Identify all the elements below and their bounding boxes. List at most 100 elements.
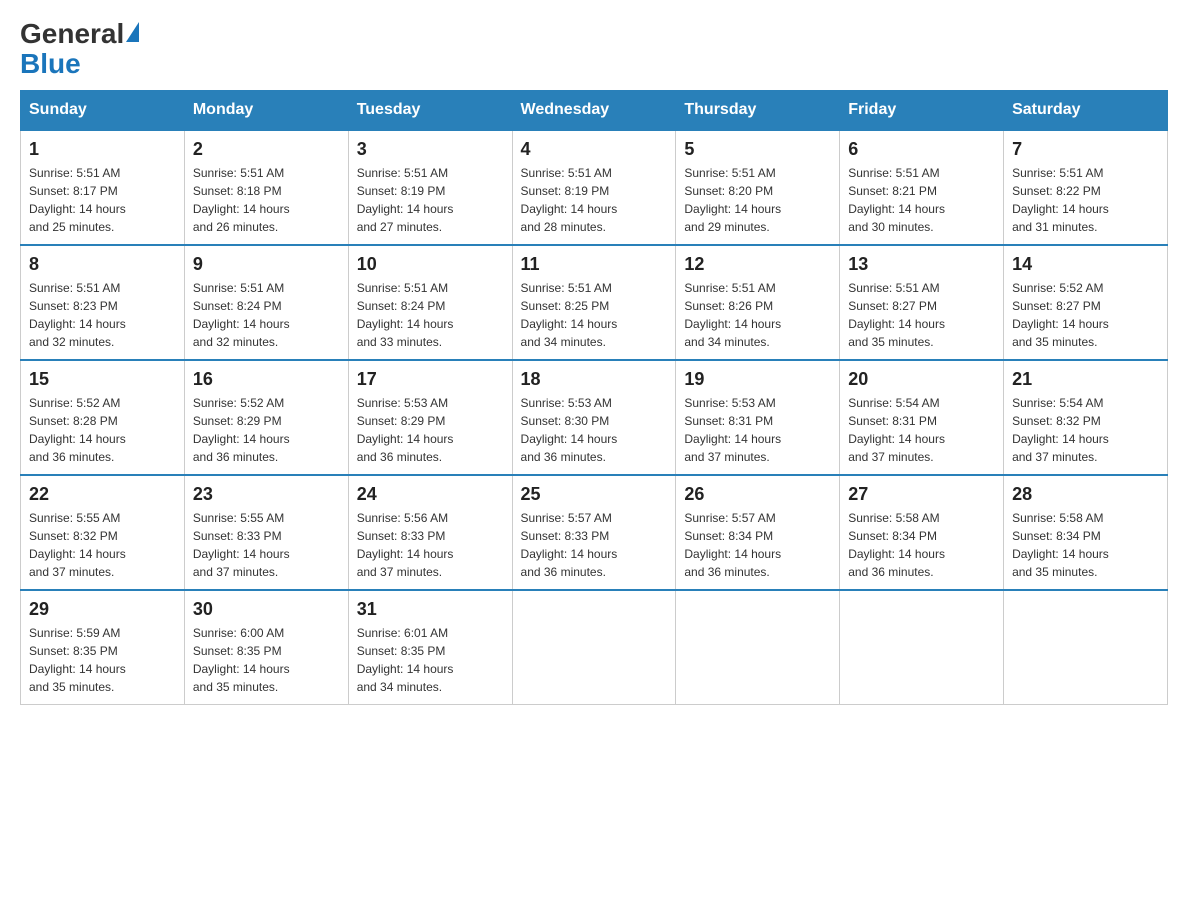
day-number: 28: [1012, 484, 1159, 505]
day-number: 30: [193, 599, 340, 620]
calendar-cell: 27Sunrise: 5:58 AMSunset: 8:34 PMDayligh…: [840, 475, 1004, 590]
day-info: Sunrise: 5:51 AMSunset: 8:21 PMDaylight:…: [848, 164, 995, 236]
calendar-cell: 3 Sunrise: 5:51 AMSunset: 8:19 PMDaylight…: [348, 130, 512, 245]
day-info: Sunrise: 5:57 AMSunset: 8:33 PMDaylight:…: [521, 509, 668, 581]
day-number: 3: [357, 139, 504, 160]
day-info: Sunrise: 5:51 AMSunset: 8:22 PMDaylight:…: [1012, 164, 1159, 236]
day-of-week-header: Monday: [184, 91, 348, 131]
day-info: Sunrise: 5:59 AMSunset: 8:35 PMDaylight:…: [29, 624, 176, 696]
day-number: 22: [29, 484, 176, 505]
calendar-cell: 13Sunrise: 5:51 AMSunset: 8:27 PMDayligh…: [840, 245, 1004, 360]
calendar-cell: 15Sunrise: 5:52 AMSunset: 8:28 PMDayligh…: [21, 360, 185, 475]
day-number: 4: [521, 139, 668, 160]
calendar-cell: 29 Sunrise: 5:59 AMSunset: 8:35 PMDayligh…: [21, 590, 185, 705]
day-info: Sunrise: 5:51 AMSunset: 8:25 PMDaylight:…: [521, 279, 668, 351]
day-number: 7: [1012, 139, 1159, 160]
calendar-cell: 6Sunrise: 5:51 AMSunset: 8:21 PMDaylight…: [840, 130, 1004, 245]
day-of-week-header: Friday: [840, 91, 1004, 131]
calendar-cell: 19Sunrise: 5:53 AMSunset: 8:31 PMDayligh…: [676, 360, 840, 475]
day-number: 29: [29, 599, 176, 620]
calendar-cell: 16 Sunrise: 5:52 AMSunset: 8:29 PMDayligh…: [184, 360, 348, 475]
day-of-week-header: Thursday: [676, 91, 840, 131]
day-info: Sunrise: 5:51 AMSunset: 8:18 PMDaylight:…: [193, 164, 340, 236]
calendar-header-row: SundayMondayTuesdayWednesdayThursdayFrid…: [21, 91, 1168, 131]
calendar-cell: 21 Sunrise: 5:54 AMSunset: 8:32 PMDayligh…: [1004, 360, 1168, 475]
calendar-cell: [840, 590, 1004, 705]
calendar-cell: 30 Sunrise: 6:00 AMSunset: 8:35 PMDayligh…: [184, 590, 348, 705]
day-info: Sunrise: 5:51 AMSunset: 8:24 PMDaylight:…: [193, 279, 340, 351]
calendar-week-row: 29 Sunrise: 5:59 AMSunset: 8:35 PMDayligh…: [21, 590, 1168, 705]
logo-general-text: General: [20, 20, 124, 48]
page-header: General Blue: [20, 20, 1168, 80]
day-info: Sunrise: 5:54 AMSunset: 8:32 PMDaylight:…: [1012, 394, 1159, 466]
calendar-week-row: 1 Sunrise: 5:51 AMSunset: 8:17 PMDaylight…: [21, 130, 1168, 245]
day-number: 14: [1012, 254, 1159, 275]
day-of-week-header: Saturday: [1004, 91, 1168, 131]
day-info: Sunrise: 5:51 AMSunset: 8:17 PMDaylight:…: [29, 164, 176, 236]
day-info: Sunrise: 6:00 AMSunset: 8:35 PMDaylight:…: [193, 624, 340, 696]
calendar-cell: 7 Sunrise: 5:51 AMSunset: 8:22 PMDaylight…: [1004, 130, 1168, 245]
calendar-cell: 28Sunrise: 5:58 AMSunset: 8:34 PMDayligh…: [1004, 475, 1168, 590]
day-info: Sunrise: 5:54 AMSunset: 8:31 PMDaylight:…: [848, 394, 995, 466]
calendar-cell: 5Sunrise: 5:51 AMSunset: 8:20 PMDaylight…: [676, 130, 840, 245]
day-number: 20: [848, 369, 995, 390]
calendar-cell: 25 Sunrise: 5:57 AMSunset: 8:33 PMDayligh…: [512, 475, 676, 590]
calendar-cell: 4Sunrise: 5:51 AMSunset: 8:19 PMDaylight…: [512, 130, 676, 245]
day-number: 5: [684, 139, 831, 160]
calendar-cell: [512, 590, 676, 705]
calendar-cell: 9 Sunrise: 5:51 AMSunset: 8:24 PMDaylight…: [184, 245, 348, 360]
calendar-cell: 20 Sunrise: 5:54 AMSunset: 8:31 PMDayligh…: [840, 360, 1004, 475]
logo-triangle-icon: [126, 22, 139, 42]
day-number: 2: [193, 139, 340, 160]
day-info: Sunrise: 5:51 AMSunset: 8:26 PMDaylight:…: [684, 279, 831, 351]
calendar-cell: 8 Sunrise: 5:51 AMSunset: 8:23 PMDaylight…: [21, 245, 185, 360]
day-number: 8: [29, 254, 176, 275]
calendar-cell: 11Sunrise: 5:51 AMSunset: 8:25 PMDayligh…: [512, 245, 676, 360]
day-info: Sunrise: 5:53 AMSunset: 8:29 PMDaylight:…: [357, 394, 504, 466]
day-number: 31: [357, 599, 504, 620]
day-number: 1: [29, 139, 176, 160]
calendar-table: SundayMondayTuesdayWednesdayThursdayFrid…: [20, 90, 1168, 705]
logo-blue-text: Blue: [20, 48, 81, 79]
day-number: 18: [521, 369, 668, 390]
calendar-cell: 22 Sunrise: 5:55 AMSunset: 8:32 PMDayligh…: [21, 475, 185, 590]
calendar-week-row: 22 Sunrise: 5:55 AMSunset: 8:32 PMDayligh…: [21, 475, 1168, 590]
calendar-cell: 18 Sunrise: 5:53 AMSunset: 8:30 PMDayligh…: [512, 360, 676, 475]
day-number: 23: [193, 484, 340, 505]
day-of-week-header: Wednesday: [512, 91, 676, 131]
calendar-cell: [1004, 590, 1168, 705]
calendar-cell: 26 Sunrise: 5:57 AMSunset: 8:34 PMDayligh…: [676, 475, 840, 590]
day-info: Sunrise: 5:56 AMSunset: 8:33 PMDaylight:…: [357, 509, 504, 581]
calendar-cell: 17 Sunrise: 5:53 AMSunset: 8:29 PMDayligh…: [348, 360, 512, 475]
day-number: 27: [848, 484, 995, 505]
day-number: 17: [357, 369, 504, 390]
logo: General Blue: [20, 20, 141, 80]
day-number: 26: [684, 484, 831, 505]
day-info: Sunrise: 5:51 AMSunset: 8:24 PMDaylight:…: [357, 279, 504, 351]
day-number: 25: [521, 484, 668, 505]
day-number: 13: [848, 254, 995, 275]
calendar-cell: 2 Sunrise: 5:51 AMSunset: 8:18 PMDaylight…: [184, 130, 348, 245]
day-number: 24: [357, 484, 504, 505]
day-of-week-header: Tuesday: [348, 91, 512, 131]
day-info: Sunrise: 5:51 AMSunset: 8:23 PMDaylight:…: [29, 279, 176, 351]
day-number: 16: [193, 369, 340, 390]
calendar-cell: 31 Sunrise: 6:01 AMSunset: 8:35 PMDayligh…: [348, 590, 512, 705]
day-info: Sunrise: 5:55 AMSunset: 8:32 PMDaylight:…: [29, 509, 176, 581]
day-info: Sunrise: 5:57 AMSunset: 8:34 PMDaylight:…: [684, 509, 831, 581]
calendar-cell: 23 Sunrise: 5:55 AMSunset: 8:33 PMDayligh…: [184, 475, 348, 590]
day-info: Sunrise: 6:01 AMSunset: 8:35 PMDaylight:…: [357, 624, 504, 696]
day-number: 10: [357, 254, 504, 275]
day-number: 9: [193, 254, 340, 275]
day-number: 21: [1012, 369, 1159, 390]
calendar-cell: 24 Sunrise: 5:56 AMSunset: 8:33 PMDayligh…: [348, 475, 512, 590]
calendar-cell: 1 Sunrise: 5:51 AMSunset: 8:17 PMDaylight…: [21, 130, 185, 245]
day-info: Sunrise: 5:53 AMSunset: 8:30 PMDaylight:…: [521, 394, 668, 466]
calendar-cell: [676, 590, 840, 705]
calendar-cell: 12Sunrise: 5:51 AMSunset: 8:26 PMDayligh…: [676, 245, 840, 360]
day-number: 15: [29, 369, 176, 390]
day-info: Sunrise: 5:52 AMSunset: 8:29 PMDaylight:…: [193, 394, 340, 466]
day-info: Sunrise: 5:51 AMSunset: 8:19 PMDaylight:…: [357, 164, 504, 236]
day-number: 19: [684, 369, 831, 390]
day-info: Sunrise: 5:55 AMSunset: 8:33 PMDaylight:…: [193, 509, 340, 581]
